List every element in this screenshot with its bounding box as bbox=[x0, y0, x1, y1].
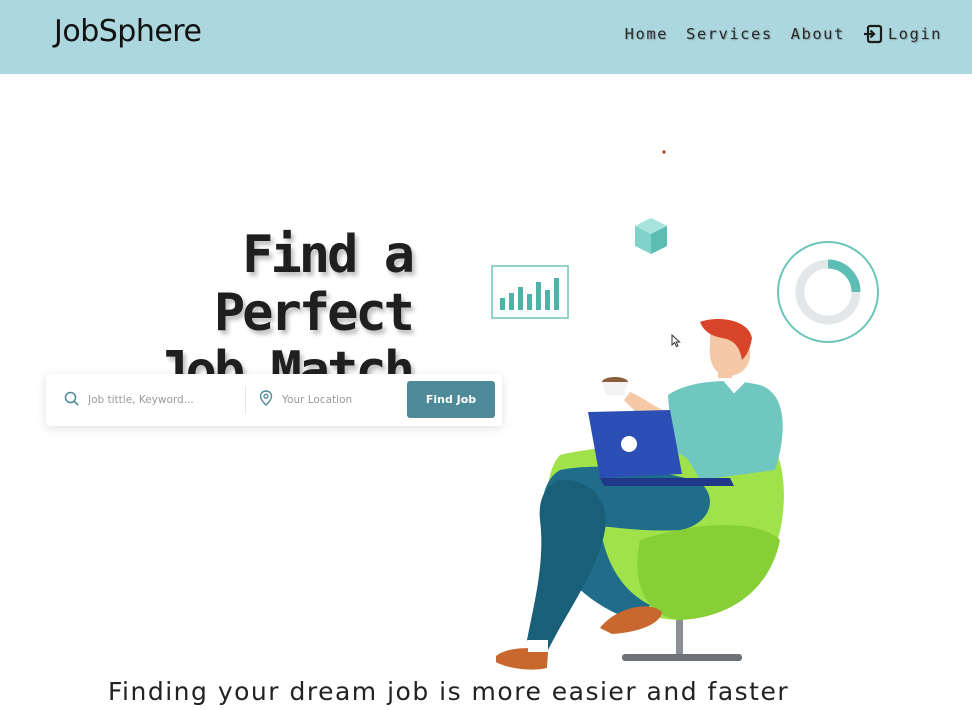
find-job-button[interactable]: Find Job bbox=[407, 381, 495, 418]
navbar: JobSphere Home Services About Login bbox=[0, 0, 972, 74]
location-field[interactable] bbox=[246, 386, 414, 414]
brand-logo[interactable]: JobSphere bbox=[54, 14, 202, 49]
person-graphic bbox=[496, 319, 783, 670]
login-label: Login bbox=[887, 25, 942, 43]
map-pin-icon bbox=[259, 390, 273, 410]
nav-link-services[interactable]: Services bbox=[686, 25, 773, 43]
hero-title-line1: Find a Perfect bbox=[213, 225, 415, 343]
bar-chart-icon bbox=[491, 265, 569, 319]
chair-graphic bbox=[546, 430, 784, 661]
donut-chart-icon bbox=[777, 241, 879, 343]
nav-link-about[interactable]: About bbox=[791, 25, 845, 43]
login-link[interactable]: Login bbox=[863, 24, 942, 44]
job-search-bar: Find Job bbox=[46, 374, 502, 426]
nav-link-home[interactable]: Home bbox=[625, 25, 668, 43]
login-arrow-icon bbox=[863, 24, 883, 44]
laptop-graphic bbox=[588, 410, 734, 486]
cube-icon bbox=[635, 218, 667, 254]
keyword-field[interactable] bbox=[46, 386, 246, 414]
location-input[interactable] bbox=[282, 394, 414, 406]
keyword-input[interactable] bbox=[88, 394, 228, 406]
mouse-cursor-icon bbox=[671, 333, 681, 352]
nav-links: Home Services About Login bbox=[625, 24, 942, 44]
tagline: Finding your dream job is more easier an… bbox=[108, 677, 790, 706]
search-icon bbox=[64, 391, 79, 410]
